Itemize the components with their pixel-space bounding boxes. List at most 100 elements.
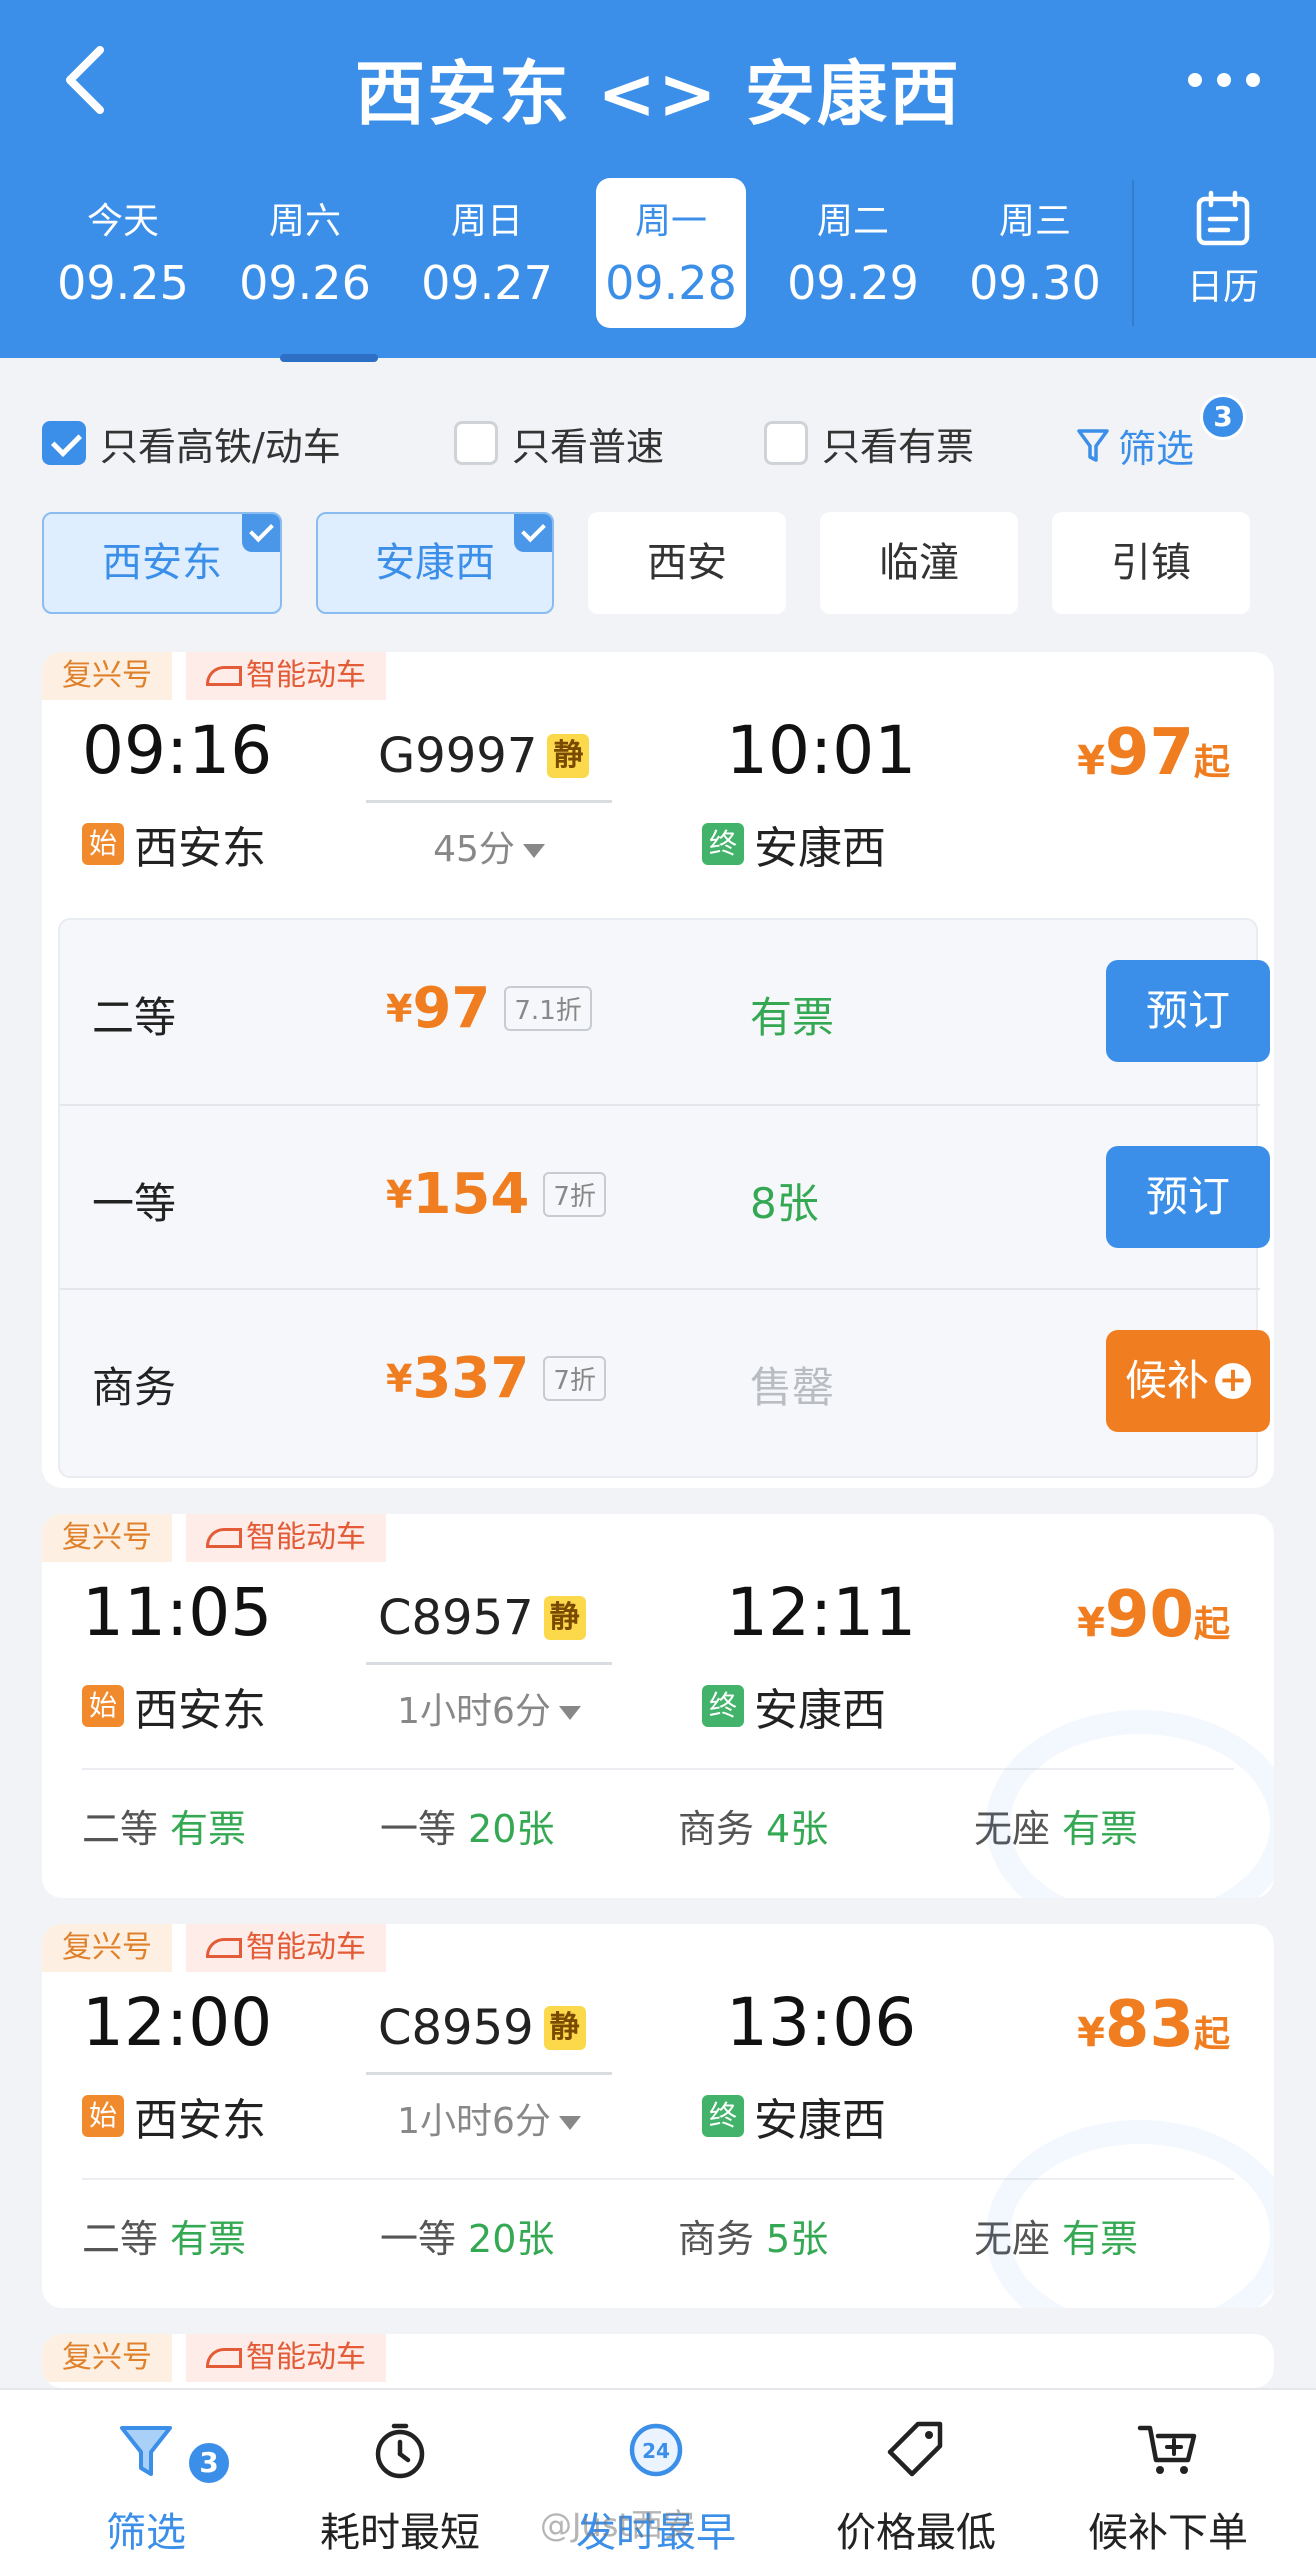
lowest-price: ¥90起 <box>1077 1578 1230 1652</box>
date-tab-selected[interactable]: 周一 09.28 <box>596 178 746 328</box>
station-chip-label: 安康西 <box>375 540 495 586</box>
date-tab[interactable]: 周三 09.30 <box>960 178 1110 328</box>
station-chip-label: 西安 <box>647 540 727 586</box>
train-card[interactable]: 复兴号 智能动车 <box>42 2334 1274 2388</box>
train-number[interactable]: G9997 静 <box>378 728 590 784</box>
book-button[interactable]: 预订 <box>1106 960 1270 1062</box>
fuxing-tag: 复兴号 <box>42 1924 172 1972</box>
price-tag-icon <box>887 2421 943 2477</box>
filter-button[interactable]: 筛选 <box>1076 418 1194 473</box>
station-chip[interactable]: 引镇 <box>1052 512 1250 614</box>
seat-class: 一等 <box>92 1179 177 1228</box>
more-icon[interactable] <box>1188 60 1260 100</box>
filter-count-badge: 3 <box>1200 394 1246 440</box>
to-station-label: 安康西 <box>754 2095 886 2146</box>
station-chip[interactable]: 西安 <box>588 512 786 614</box>
train-number-label: C8959 <box>378 2000 534 2056</box>
train-number[interactable]: C8957 静 <box>378 1590 586 1646</box>
date-weekday: 周三 <box>998 201 1071 242</box>
end-station-icon: 终 <box>702 2095 744 2137</box>
waitlist-label: 候补 <box>1124 1356 1209 1405</box>
train-card[interactable]: 复兴号 智能动车 12:00 C8959 静 1小时6分 13:06 始西安东 … <box>42 1924 1274 2308</box>
date-weekday: 周一 <box>634 201 707 242</box>
lowest-price: ¥83起 <box>1077 1988 1230 2062</box>
smart-emu-tag: 智能动车 <box>186 1514 386 1562</box>
date-value: 09.28 <box>605 256 737 310</box>
chevron-down-icon <box>558 2116 581 2130</box>
stopwatch-icon <box>375 2423 425 2479</box>
filter-label: 筛选 <box>1118 427 1195 471</box>
train-number[interactable]: C8959 静 <box>378 2000 586 2056</box>
station-chip-selected[interactable]: 西安东 <box>42 512 282 614</box>
price-suffix: 起 <box>1193 2014 1230 2055</box>
filter-row: 只看高铁/动车 只看普速 只看有票 筛选 3 <box>0 394 1316 480</box>
currency-symbol: ¥ <box>1077 738 1105 784</box>
book-button[interactable]: 预订 <box>1106 1146 1270 1248</box>
waitlist-button[interactable]: 候补 + <box>1106 1330 1270 1432</box>
from-station-label: 西安东 <box>134 1685 266 1736</box>
date-tab[interactable]: 周六 09.26 <box>230 178 380 328</box>
date-value: 09.25 <box>57 256 189 310</box>
to-station-label: 安康西 <box>754 1685 886 1736</box>
station-chip-label: 西安东 <box>102 540 222 586</box>
waitlist-order-tab[interactable]: 候补下单 <box>1058 2418 1278 2555</box>
seat-price: ¥337 7折 <box>386 1346 606 1411</box>
train-number-label: C8957 <box>378 1590 534 1646</box>
lowest-price-tab[interactable]: 价格最低 <box>806 2418 1026 2555</box>
seat-availability: 有票 <box>170 1807 247 1851</box>
duration-toggle[interactable]: 1小时6分 <box>366 2092 612 2144</box>
duration-toggle[interactable]: 45分 <box>366 820 612 872</box>
high-speed-checkbox[interactable]: 只看高铁/动车 <box>42 418 341 469</box>
available-only-checkbox[interactable]: 只看有票 <box>764 418 974 469</box>
page-title: 西安东 <> 安康西 <box>354 53 962 135</box>
date-value: 09.30 <box>969 256 1101 310</box>
depart-time: 09:16 <box>82 712 273 789</box>
seat-panel: 二等 ¥97 7.1折 有票 预订 一等 ¥154 7折 8张 预订 商务 ¥337… <box>58 918 1270 1478</box>
divider <box>1132 180 1134 326</box>
cart-plus-icon <box>1137 2425 1197 2474</box>
seat-class: 二等 <box>92 993 177 1042</box>
to-station: 终安康西 <box>702 2084 886 2148</box>
seat-summary-item: 二等 有票 <box>82 1798 246 1853</box>
train-tags: 复兴号 智能动车 <box>42 1514 386 1562</box>
station-chip[interactable]: 临潼 <box>820 512 1018 614</box>
lowest-price: ¥97起 <box>1077 716 1230 790</box>
price-value: 97 <box>1104 716 1194 790</box>
price-value: 83 <box>1104 1988 1194 2062</box>
filter-tab[interactable]: 筛选 3 <box>36 2418 256 2555</box>
duration-toggle[interactable]: 1小时6分 <box>366 1682 612 1734</box>
date-tab[interactable]: 今天 09.25 <box>48 178 198 328</box>
seat-price-value: 154 <box>412 1162 530 1227</box>
train-number-label: G9997 <box>378 728 538 784</box>
calendar-button[interactable]: 日历 <box>1148 190 1298 320</box>
train-card-expanded[interactable]: 复兴号 智能动车 09:16 G9997 静 45分 10:01 始西安东 终安… <box>42 652 1274 1488</box>
tag-label: 智能动车 <box>246 658 366 693</box>
seat-class: 商务 <box>678 1807 755 1851</box>
seat-class: 无座 <box>974 2217 1051 2261</box>
train-icon <box>206 1938 242 1958</box>
shortest-duration-tab[interactable]: 耗时最短 <box>290 2418 510 2555</box>
calendar-icon <box>1196 190 1250 246</box>
train-card[interactable]: 复兴号 智能动车 11:05 C8957 静 1小时6分 12:11 始西安东 … <box>42 1514 1274 1898</box>
divider <box>82 2178 1234 2180</box>
price-suffix: 起 <box>1193 1604 1230 1645</box>
date-tab[interactable]: 周日 09.27 <box>412 178 562 328</box>
station-chip-label: 引镇 <box>1111 540 1191 586</box>
fuxing-tag: 复兴号 <box>42 2334 172 2382</box>
tab-label: 候补下单 <box>1088 2510 1248 2555</box>
divider <box>82 1768 1234 1770</box>
discount-badge: 7折 <box>543 1356 606 1401</box>
start-station-icon: 始 <box>82 823 124 865</box>
seat-class: 无座 <box>974 1807 1051 1851</box>
checkbox-label: 只看高铁/动车 <box>100 424 341 469</box>
station-chip-selected[interactable]: 安康西 <box>316 512 554 614</box>
currency-symbol: ¥ <box>386 986 413 1031</box>
quiet-car-badge: 静 <box>543 2006 586 2050</box>
normal-train-checkbox[interactable]: 只看普速 <box>454 418 664 469</box>
seat-summary-item: 商务 5张 <box>678 2208 828 2263</box>
discount-badge: 7折 <box>543 1172 606 1217</box>
seat-availability: 有票 <box>170 2217 247 2261</box>
seat-price-value: 97 <box>412 976 491 1041</box>
chevron-down-icon <box>522 844 545 858</box>
date-tab[interactable]: 周二 09.29 <box>778 178 928 328</box>
